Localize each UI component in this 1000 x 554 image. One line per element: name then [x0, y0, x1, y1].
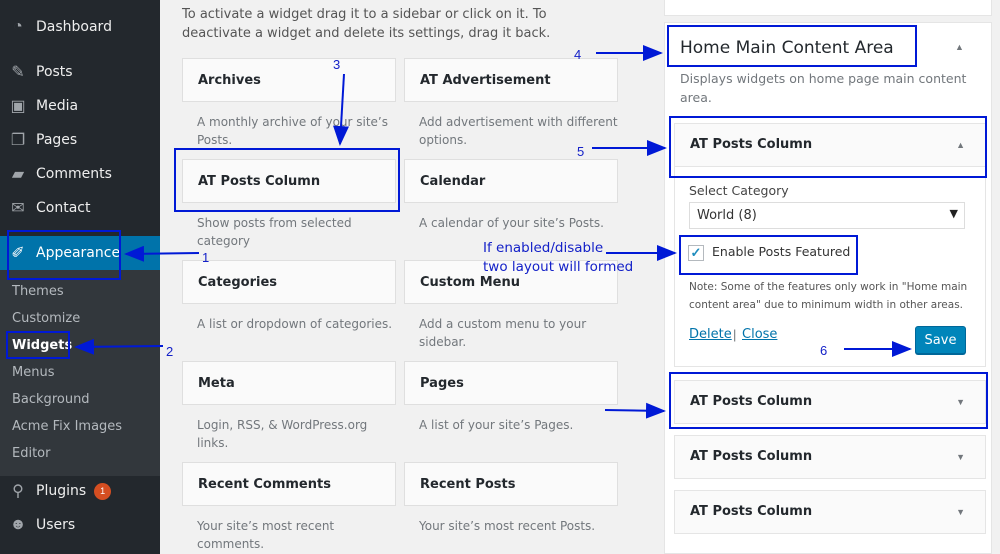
annotation-number-3: 3 [333, 57, 341, 72]
arrow-2 [74, 338, 164, 355]
annotation-note-line1: If enabled/disable [483, 240, 604, 256]
annotation-number-5: 5 [577, 144, 585, 159]
annotation-number-1: 1 [202, 250, 210, 265]
annotation-number-2: 2 [166, 344, 174, 359]
arrow-1 [124, 245, 200, 262]
arrow-collapsed [604, 402, 666, 419]
annotation-arrows [74, 45, 912, 419]
arrow-3 [333, 73, 350, 146]
annotation-note-line2: two layout will formed [483, 259, 634, 275]
annotation-number-4: 4 [574, 47, 582, 62]
annotation-number-6: 6 [820, 343, 828, 358]
